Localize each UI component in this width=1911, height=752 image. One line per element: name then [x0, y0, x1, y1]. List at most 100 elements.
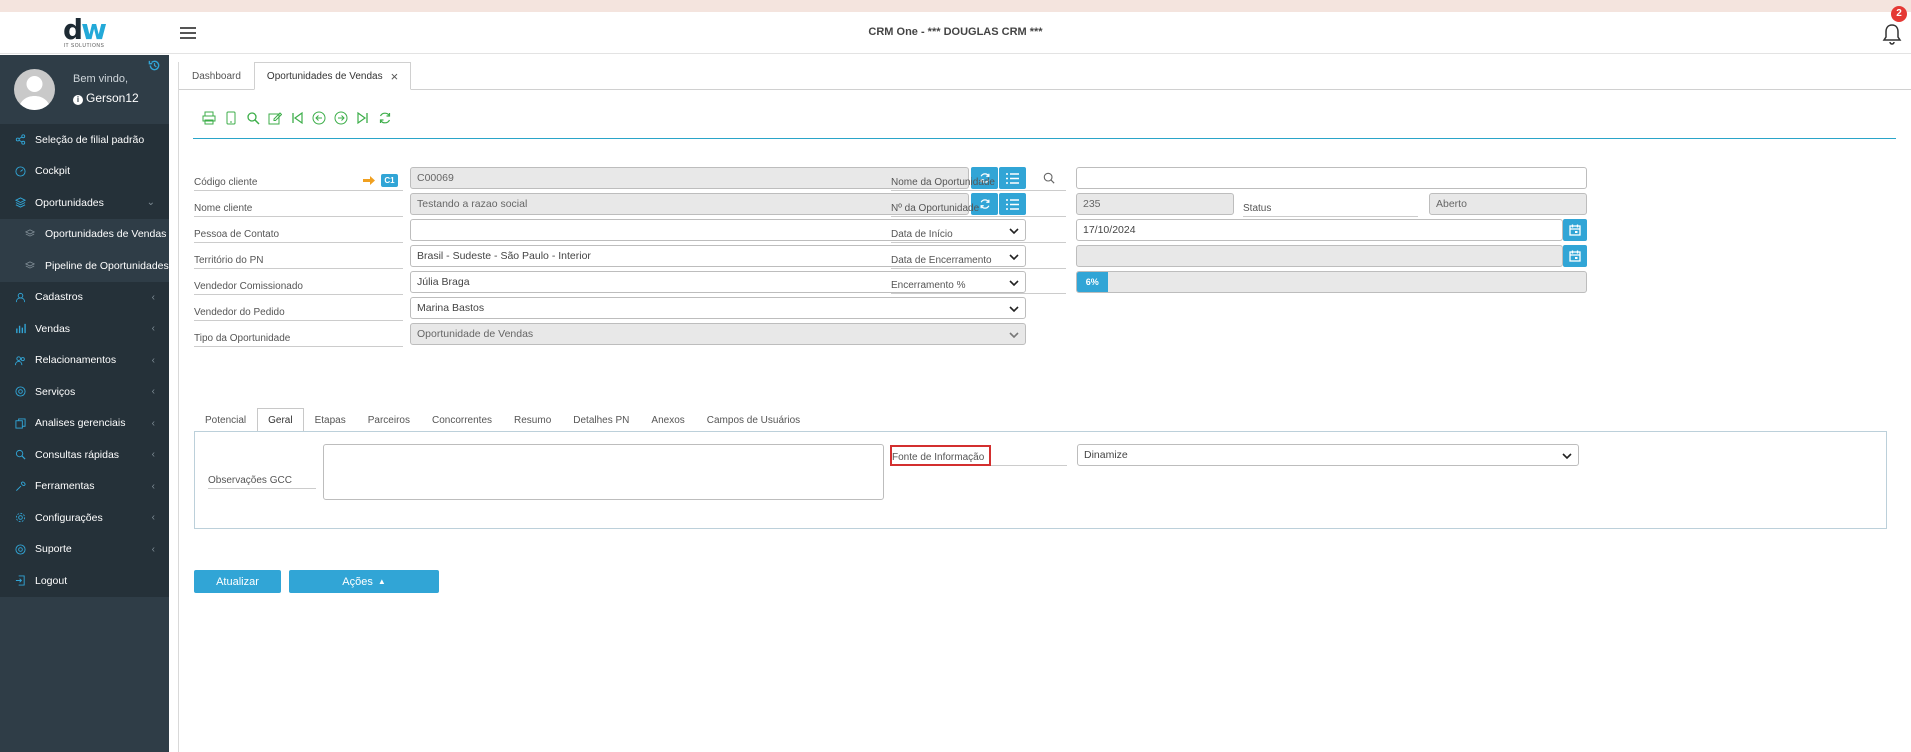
- tab-detalhes-pn[interactable]: Detalhes PN: [562, 408, 640, 432]
- sidebar-item-vendas[interactable]: Vendas ‹: [0, 313, 169, 345]
- sidebar-item-label: Serviços: [35, 385, 76, 398]
- close-icon[interactable]: ×: [391, 69, 399, 84]
- search-icon[interactable]: [1043, 172, 1055, 187]
- chevron-left-icon: ‹: [151, 354, 155, 366]
- first-record-icon[interactable]: [288, 109, 306, 127]
- nome-oportunidade-field[interactable]: [1076, 167, 1587, 189]
- tab-dashboard[interactable]: Dashboard: [179, 62, 254, 90]
- tab-label: Concorrentes: [431, 414, 493, 426]
- tipo-oportunidade-label: Tipo da Oportunidade: [194, 327, 403, 347]
- search-icon: [14, 449, 26, 461]
- chevron-left-icon: ‹: [151, 291, 155, 303]
- history-icon[interactable]: [148, 59, 161, 75]
- tab-parceiros[interactable]: Parceiros: [357, 408, 421, 432]
- refresh-icon[interactable]: [376, 109, 394, 127]
- chevron-left-icon: ‹: [151, 417, 155, 429]
- tab-label: Oportunidades de Vendas: [266, 70, 383, 82]
- chevron-left-icon: ‹: [151, 449, 155, 461]
- sidebar-item-cockpit[interactable]: Cockpit: [0, 156, 169, 188]
- sidebar-item-suporte[interactable]: Suporte ‹: [0, 534, 169, 566]
- copy-icon: [14, 417, 26, 429]
- pessoa-contato-label: Pessoa de Contato: [194, 223, 403, 243]
- acoes-button[interactable]: Ações ▲: [289, 570, 439, 593]
- sidebar-item-label: Seleção de filial padrão: [35, 133, 145, 146]
- sidebar-item-cadastros[interactable]: Cadastros ‹: [0, 282, 169, 314]
- status-label: Status: [1243, 197, 1418, 217]
- sidebar-item-consultas[interactable]: Consultas rápidas ‹: [0, 439, 169, 471]
- atualizar-button[interactable]: Atualizar: [194, 570, 281, 593]
- previous-icon[interactable]: [310, 109, 328, 127]
- users-icon: [14, 354, 26, 366]
- logo-subtitle: IT SOLUTIONS: [63, 43, 105, 49]
- select-value: Oportunidade de Vendas: [417, 328, 534, 340]
- fonte-informacao-select[interactable]: Dinamize: [1077, 444, 1579, 466]
- nome-cliente-field[interactable]: Testando a razao social: [410, 193, 969, 215]
- sidebar-item-oportunidades-vendas[interactable]: Oportunidades de Vendas: [0, 218, 169, 250]
- encerramento-pct-label: Encerramento %: [891, 274, 1066, 294]
- search-icon[interactable]: [244, 109, 262, 127]
- sidebar-item-label: Ferramentas: [35, 480, 95, 493]
- calendar-button[interactable]: [1563, 245, 1587, 267]
- sidebar: Bem vindo, i Gerson12 Seleção de filial p…: [0, 55, 169, 752]
- sidebar-item-label: Cadastros: [35, 291, 83, 304]
- c1-badge[interactable]: C1: [381, 174, 398, 187]
- tab-anexos[interactable]: Anexos: [640, 408, 695, 432]
- detail-tabs: Potencial Geral Etapas Parceiros Concorr…: [194, 408, 811, 432]
- mobile-icon[interactable]: [222, 109, 240, 127]
- logout-icon: [14, 575, 26, 587]
- chevron-left-icon: ‹: [151, 512, 155, 524]
- tab-label: Parceiros: [367, 414, 410, 426]
- gauge-icon: [14, 165, 26, 177]
- status-field[interactable]: Aberto: [1429, 193, 1587, 215]
- sidebar-item-pipeline[interactable]: Pipeline de Oportunidades: [0, 250, 169, 282]
- lifebuoy-icon: [14, 386, 26, 398]
- sidebar-item-analises[interactable]: Analises gerenciais ‹: [0, 408, 169, 440]
- tab-potencial[interactable]: Potencial: [194, 408, 257, 432]
- page-tabs: Dashboard Oportunidades de Vendas ×: [179, 62, 412, 90]
- numero-oportunidade-field[interactable]: 235: [1076, 193, 1234, 215]
- sidebar-item-label: Analises gerenciais: [35, 417, 126, 430]
- geral-panel: Observações GCC Fonte de Informação Dina…: [194, 431, 1887, 529]
- sidebar-item-oportunidades[interactable]: Oportunidades ⌄: [0, 187, 169, 219]
- highlight-box: [890, 445, 991, 466]
- tipo-oportunidade-select[interactable]: Oportunidade de Vendas: [410, 323, 1026, 345]
- lifebuoy-icon: [14, 543, 26, 555]
- caret-up-icon: ▲: [377, 577, 386, 586]
- sidebar-item-selecao-filial[interactable]: Seleção de filial padrão: [0, 124, 169, 156]
- nome-oportunidade-label: Nome da Oportunidade: [891, 171, 1066, 191]
- tab-label: Potencial: [205, 414, 247, 426]
- sidebar-item-relacionamentos[interactable]: Relacionamentos ‹: [0, 345, 169, 377]
- user-panel: Bem vindo, i Gerson12: [0, 55, 169, 124]
- avatar[interactable]: [14, 69, 55, 110]
- print-icon[interactable]: [200, 109, 218, 127]
- sidebar-item-ferramentas[interactable]: Ferramentas ‹: [0, 471, 169, 503]
- tab-concorrentes[interactable]: Concorrentes: [421, 408, 503, 432]
- data-inicio-field[interactable]: 17/10/2024: [1076, 219, 1563, 241]
- tab-oportunidades-vendas[interactable]: Oportunidades de Vendas ×: [253, 62, 412, 90]
- tab-geral[interactable]: Geral: [257, 408, 304, 432]
- notification-badge[interactable]: 2: [1891, 6, 1907, 22]
- layers-icon: [24, 260, 36, 272]
- toolbar-divider: [193, 138, 1896, 139]
- tab-campos-usuarios[interactable]: Campos de Usuários: [696, 408, 811, 432]
- edit-icon[interactable]: [266, 109, 284, 127]
- progress-fill: 6%: [1077, 272, 1108, 292]
- sidebar-item-servicos[interactable]: Serviços ‹: [0, 376, 169, 408]
- last-record-icon[interactable]: [354, 109, 372, 127]
- vendedor-pedido-label: Vendedor do Pedido: [194, 301, 403, 321]
- info-icon: i: [73, 95, 83, 105]
- observacoes-textarea[interactable]: [323, 444, 884, 500]
- data-encerramento-field[interactable]: [1076, 245, 1563, 267]
- nome-cliente-label: Nome cliente: [194, 197, 403, 217]
- sidebar-item-label: Oportunidades de Vendas: [45, 228, 167, 241]
- next-icon[interactable]: [332, 109, 350, 127]
- codigo-cliente-field[interactable]: C00069: [410, 167, 969, 189]
- sidebar-item-configuracoes[interactable]: Configurações ‹: [0, 502, 169, 534]
- calendar-button[interactable]: [1563, 219, 1587, 241]
- bell-icon[interactable]: [1881, 22, 1903, 46]
- sidebar-item-logout[interactable]: Logout: [0, 565, 169, 597]
- app-title: CRM One - *** DOUGLAS CRM ***: [868, 26, 1043, 38]
- tab-etapas[interactable]: Etapas: [304, 408, 357, 432]
- tab-resumo[interactable]: Resumo: [503, 408, 562, 432]
- vendedor-pedido-select[interactable]: Marina Bastos: [410, 297, 1026, 319]
